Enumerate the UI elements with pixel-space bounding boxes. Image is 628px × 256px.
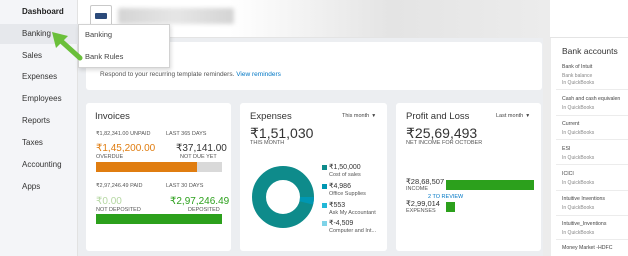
dropdown-caret-icon: ▼ — [525, 113, 531, 119]
legend-swatch-ask-my-accountant — [322, 203, 327, 208]
bank-account-sub: In QuickBooks — [562, 205, 595, 211]
bank-account-name[interactable]: Cash and cash equivalen — [562, 96, 620, 102]
divider — [556, 164, 628, 165]
legend-amount-cost-of-sales: ₹1,50,000 — [329, 164, 361, 171]
bank-account-name[interactable]: Bank of Intuit — [562, 64, 592, 70]
invoices-overdue-bar[interactable] — [96, 162, 197, 172]
reminder-message: Respond to your recurring template remin… — [100, 71, 281, 78]
legend-label-ask-my-accountant: Ask My Accountant — [329, 210, 376, 216]
invoices-deposited-label: DEPOSITED — [188, 207, 220, 213]
invoices-title: Invoices — [95, 111, 130, 122]
legend-label-computer-internet: Computer and Int... — [329, 228, 377, 234]
invoices-not-deposited-amount: ₹0.00 — [96, 196, 122, 207]
expenses-pl-amount: ₹2,99,014 — [406, 199, 440, 208]
legend-amount-computer-internet: ₹-4,509 — [329, 220, 354, 227]
invoices-deposited-amount: ₹2,97,246.49 — [170, 196, 230, 207]
sidebar-item-accounting[interactable]: Accounting — [0, 155, 78, 175]
bank-account-name[interactable]: ESI — [562, 146, 570, 152]
bank-account-name[interactable]: Money Market -HDFC — [562, 245, 612, 251]
banking-dropdown-menu: Banking Bank Rules — [78, 24, 170, 68]
invoices-card — [86, 103, 231, 251]
income-amount: ₹28,68,507 — [406, 177, 445, 186]
invoices-not-due-amount: ₹37,141.00 — [176, 143, 227, 154]
sidebar-item-dashboard[interactable]: Dashboard — [0, 2, 78, 22]
dropdown-caret-icon: ▼ — [371, 113, 377, 119]
invoices-not-deposited-label: NOT DEPOSITED — [96, 207, 141, 213]
expenses-title: Expenses — [250, 111, 292, 122]
invoices-unpaid-label: ₹1,82,341.00 UNPAID — [96, 131, 151, 137]
reminder-text: Respond to your recurring template remin… — [100, 71, 235, 78]
sidebar-item-reports[interactable]: Reports — [0, 111, 78, 131]
invoices-paid-label: ₹2,97,246.49 PAID — [96, 183, 143, 189]
bank-account-name[interactable]: Current — [562, 121, 579, 127]
income-bar[interactable] — [446, 180, 534, 190]
bank-account-name[interactable]: Intuitive_Inventions — [562, 221, 606, 227]
sidebar-item-taxes[interactable]: Taxes — [0, 133, 78, 153]
expenses-pl-label: EXPENSES — [406, 208, 436, 214]
net-income-label: NET INCOME FOR OCTOBER — [406, 140, 483, 146]
bank-account-sub: In QuickBooks — [562, 130, 595, 136]
invoices-paid-period: LAST 30 DAYS — [166, 183, 204, 189]
divider — [556, 215, 628, 216]
bank-account-name[interactable]: ICICI — [562, 171, 574, 177]
bank-accounts-title: Bank accounts — [562, 46, 618, 56]
legend-swatch-computer-internet — [322, 221, 327, 226]
invoices-overdue-amount: ₹1,45,200.00 — [96, 143, 156, 154]
pointer-arrow-icon — [52, 32, 83, 61]
divider — [556, 239, 628, 240]
bank-account-sub: In QuickBooks — [562, 155, 595, 161]
bank-account-name[interactable]: Intuitive Inventions — [562, 196, 605, 202]
legend-amount-office-supplies: ₹4,986 — [329, 183, 351, 190]
header-fade — [230, 0, 550, 38]
invoices-not-due-label: NOT DUE YET — [180, 154, 217, 160]
bank-account-sub: In QuickBooks — [562, 180, 595, 186]
divider — [556, 115, 628, 116]
sidebar-item-employees[interactable]: Employees — [0, 89, 78, 109]
expenses-period-select[interactable]: This month ▼ — [342, 113, 376, 119]
invoices-unpaid-period: LAST 365 DAYS — [166, 131, 207, 137]
legend-label-office-supplies: Office Supplies — [329, 191, 366, 197]
legend-amount-ask-my-accountant: ₹553 — [329, 202, 346, 209]
profit-loss-period-select[interactable]: Last month ▼ — [496, 113, 530, 119]
legend-swatch-cost-of-sales — [322, 165, 327, 170]
profit-loss-title: Profit and Loss — [406, 111, 470, 122]
donut-slice-cost-of-sales[interactable] — [252, 166, 314, 228]
legend-label-cost-of-sales: Cost of sales — [329, 172, 361, 178]
bank-account-sub: In QuickBooks — [562, 105, 595, 111]
bank-account-sub: In QuickBooks — [562, 230, 595, 236]
sidebar-item-apps[interactable]: Apps — [0, 177, 78, 197]
legend-swatch-office-supplies — [322, 184, 327, 189]
expenses-total-label: THIS MONTH — [250, 140, 285, 146]
menu-item-banking[interactable]: Banking — [85, 30, 112, 39]
profit-loss-period-label: Last month — [496, 113, 524, 119]
expenses-donut-chart[interactable] — [250, 164, 316, 230]
bank-account-balance-label: Bank balance — [562, 73, 593, 79]
divider — [556, 139, 628, 140]
company-name-blurred — [118, 8, 234, 24]
sidebar-item-expenses[interactable]: Expenses — [0, 67, 78, 87]
view-reminders-link[interactable]: View reminders — [236, 71, 281, 78]
menu-item-bank-rules[interactable]: Bank Rules — [85, 52, 123, 61]
bank-account-sub: In QuickBooks — [562, 80, 595, 86]
invoices-deposited-bar[interactable] — [96, 214, 222, 224]
divider — [556, 89, 628, 90]
invoices-overdue-label: OVERDUE — [96, 154, 124, 160]
expenses-pl-bar[interactable] — [446, 202, 455, 212]
divider — [556, 190, 628, 191]
expenses-period-label: This month — [342, 113, 370, 119]
income-label: INCOME — [406, 186, 428, 192]
